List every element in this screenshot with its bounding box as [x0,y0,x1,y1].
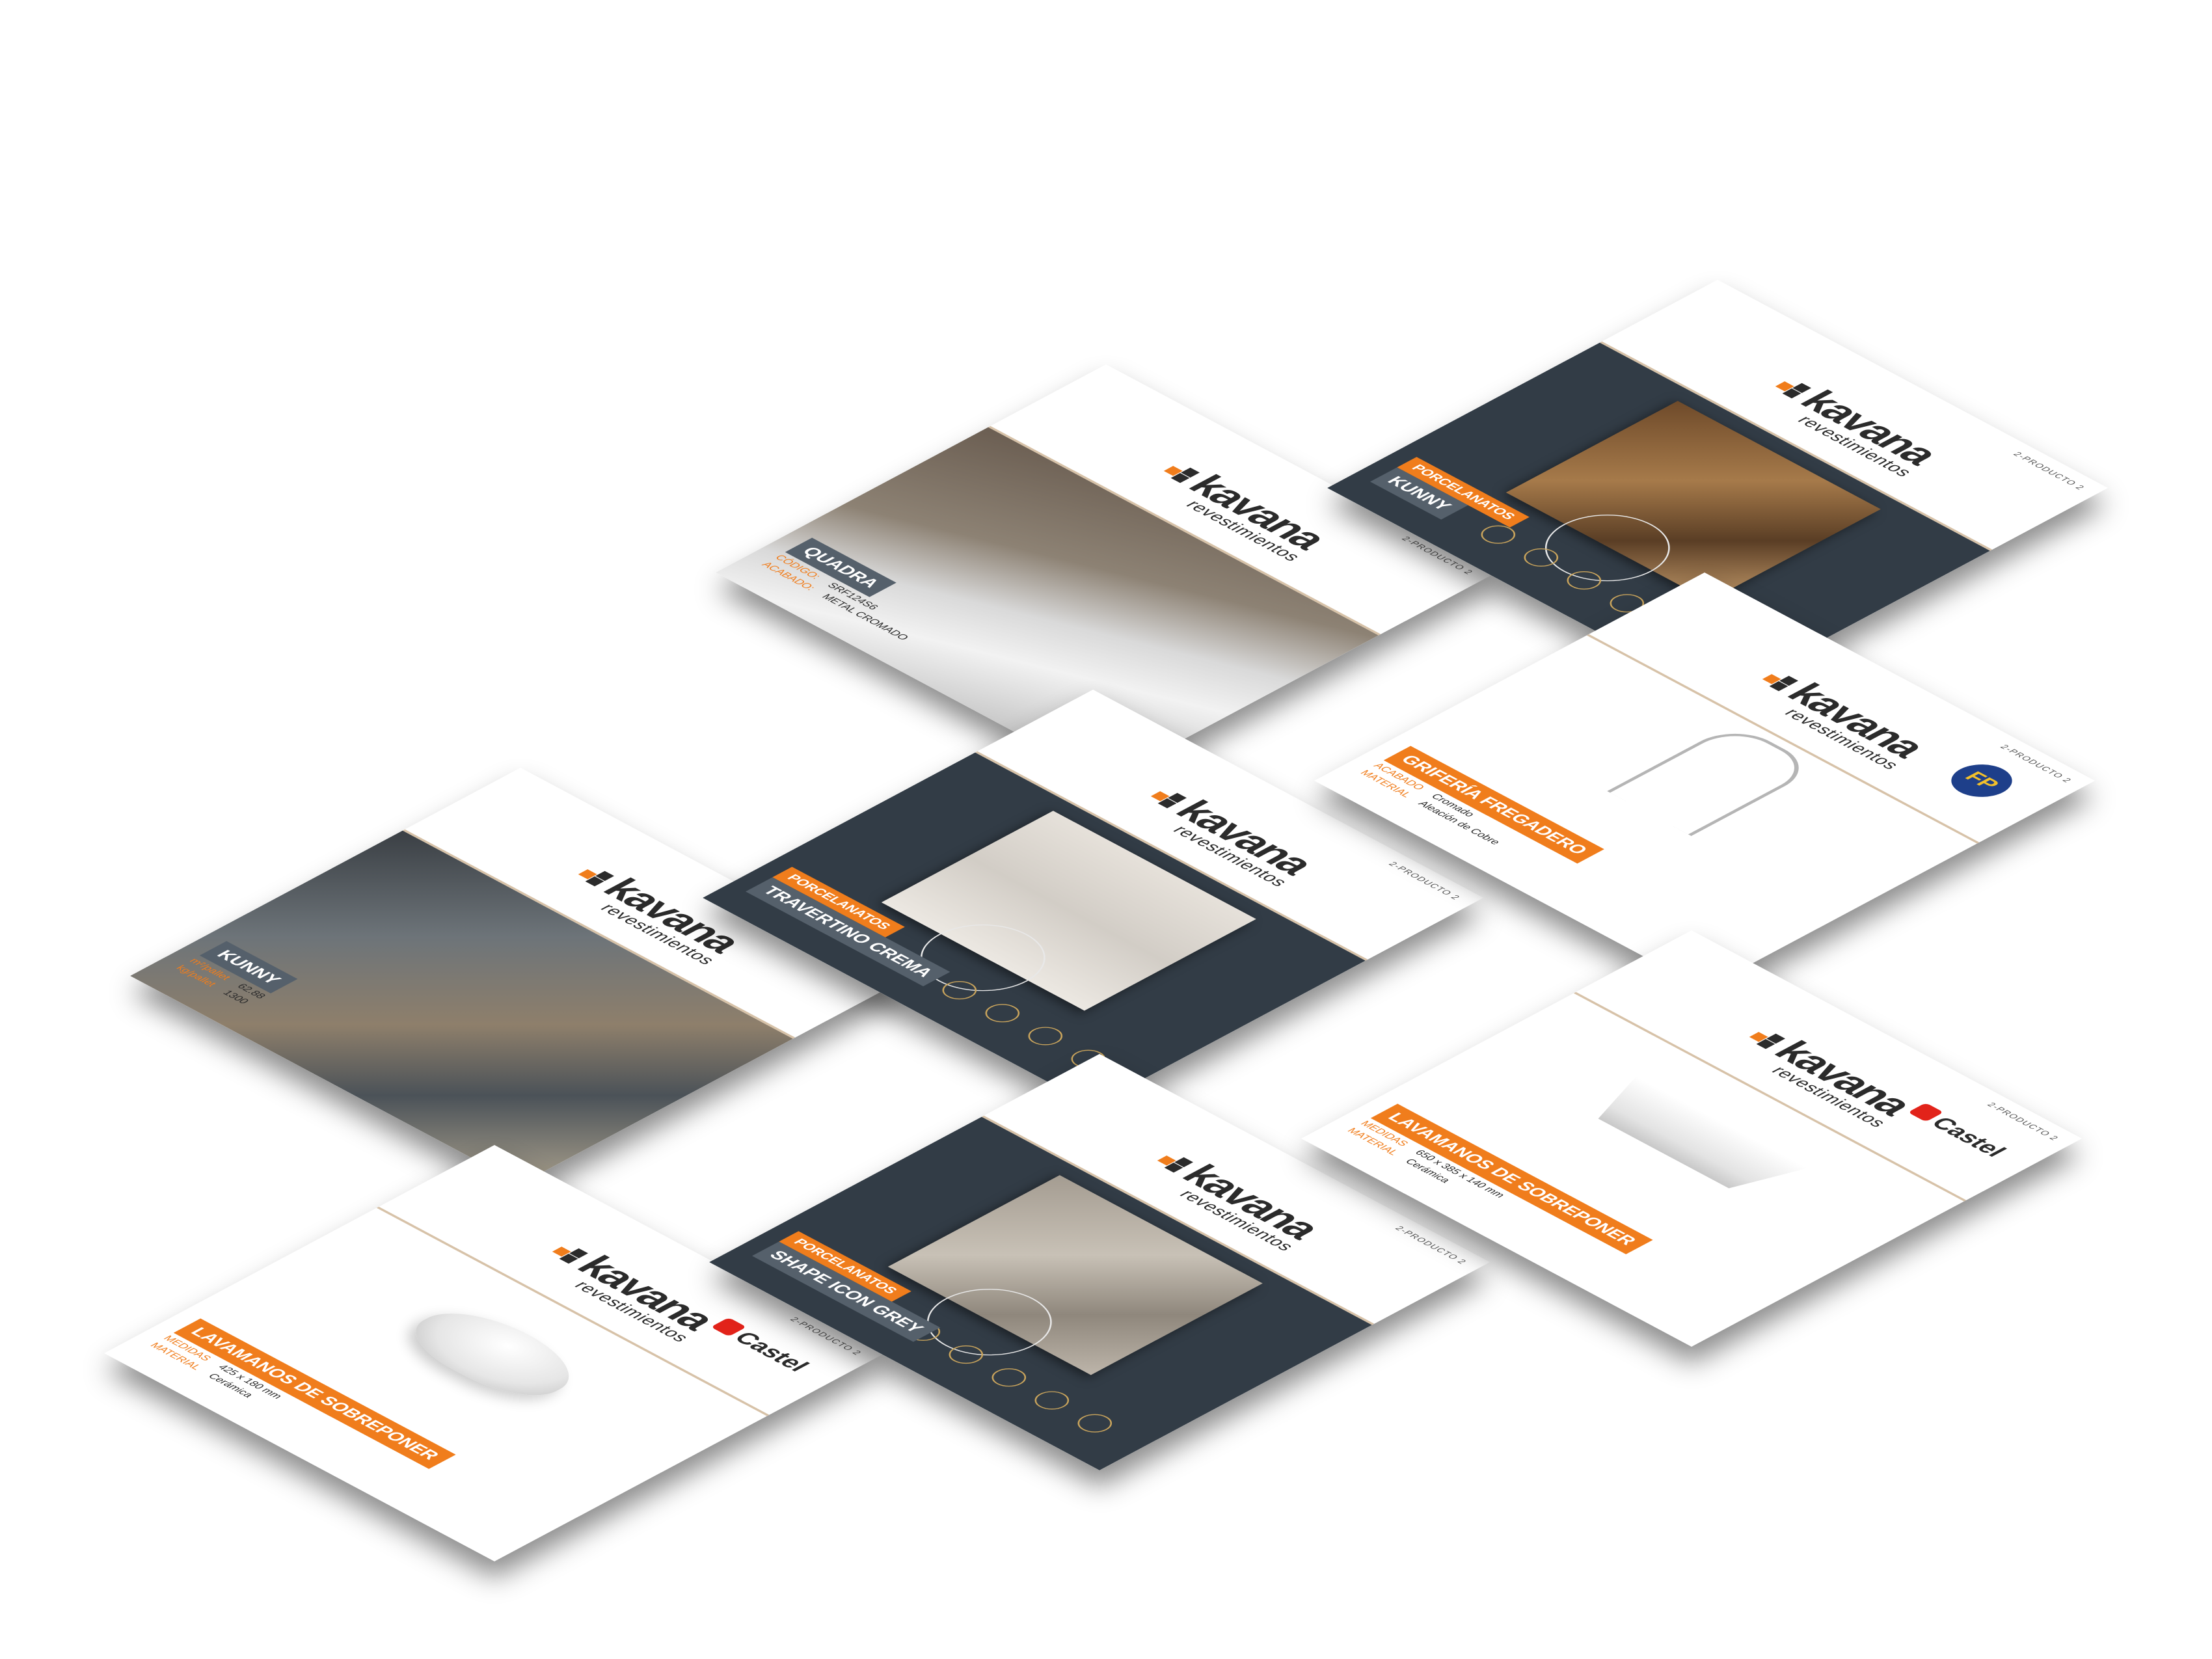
feature-icon [1070,1410,1119,1436]
product-card-grifo: 2-PRODUCTO 2 kavana revestimientos FP GR… [1314,573,2095,989]
basin-image [392,1299,595,1408]
page-number: 2-PRODUCTO 2 [1386,860,1463,902]
page-number: 2-PRODUCTO 2 [1392,1224,1469,1266]
page-number: 2-PRODUCTO 2 [2010,450,2087,492]
product-name: LAVAMANOS DE SOBREPONER [173,1318,456,1469]
product-card-kunny-stone: 2-PRODUCTO 2 kavana revestimientos KUNNY… [130,768,911,1184]
product-card-lavamanos-1: 2-PRODUCTO 2 kavana revestimientos Caste… [104,1145,885,1561]
mockup-stage: 2-PRODUCTO 2 kavana revestimientos QUADR… [0,0,2212,1659]
